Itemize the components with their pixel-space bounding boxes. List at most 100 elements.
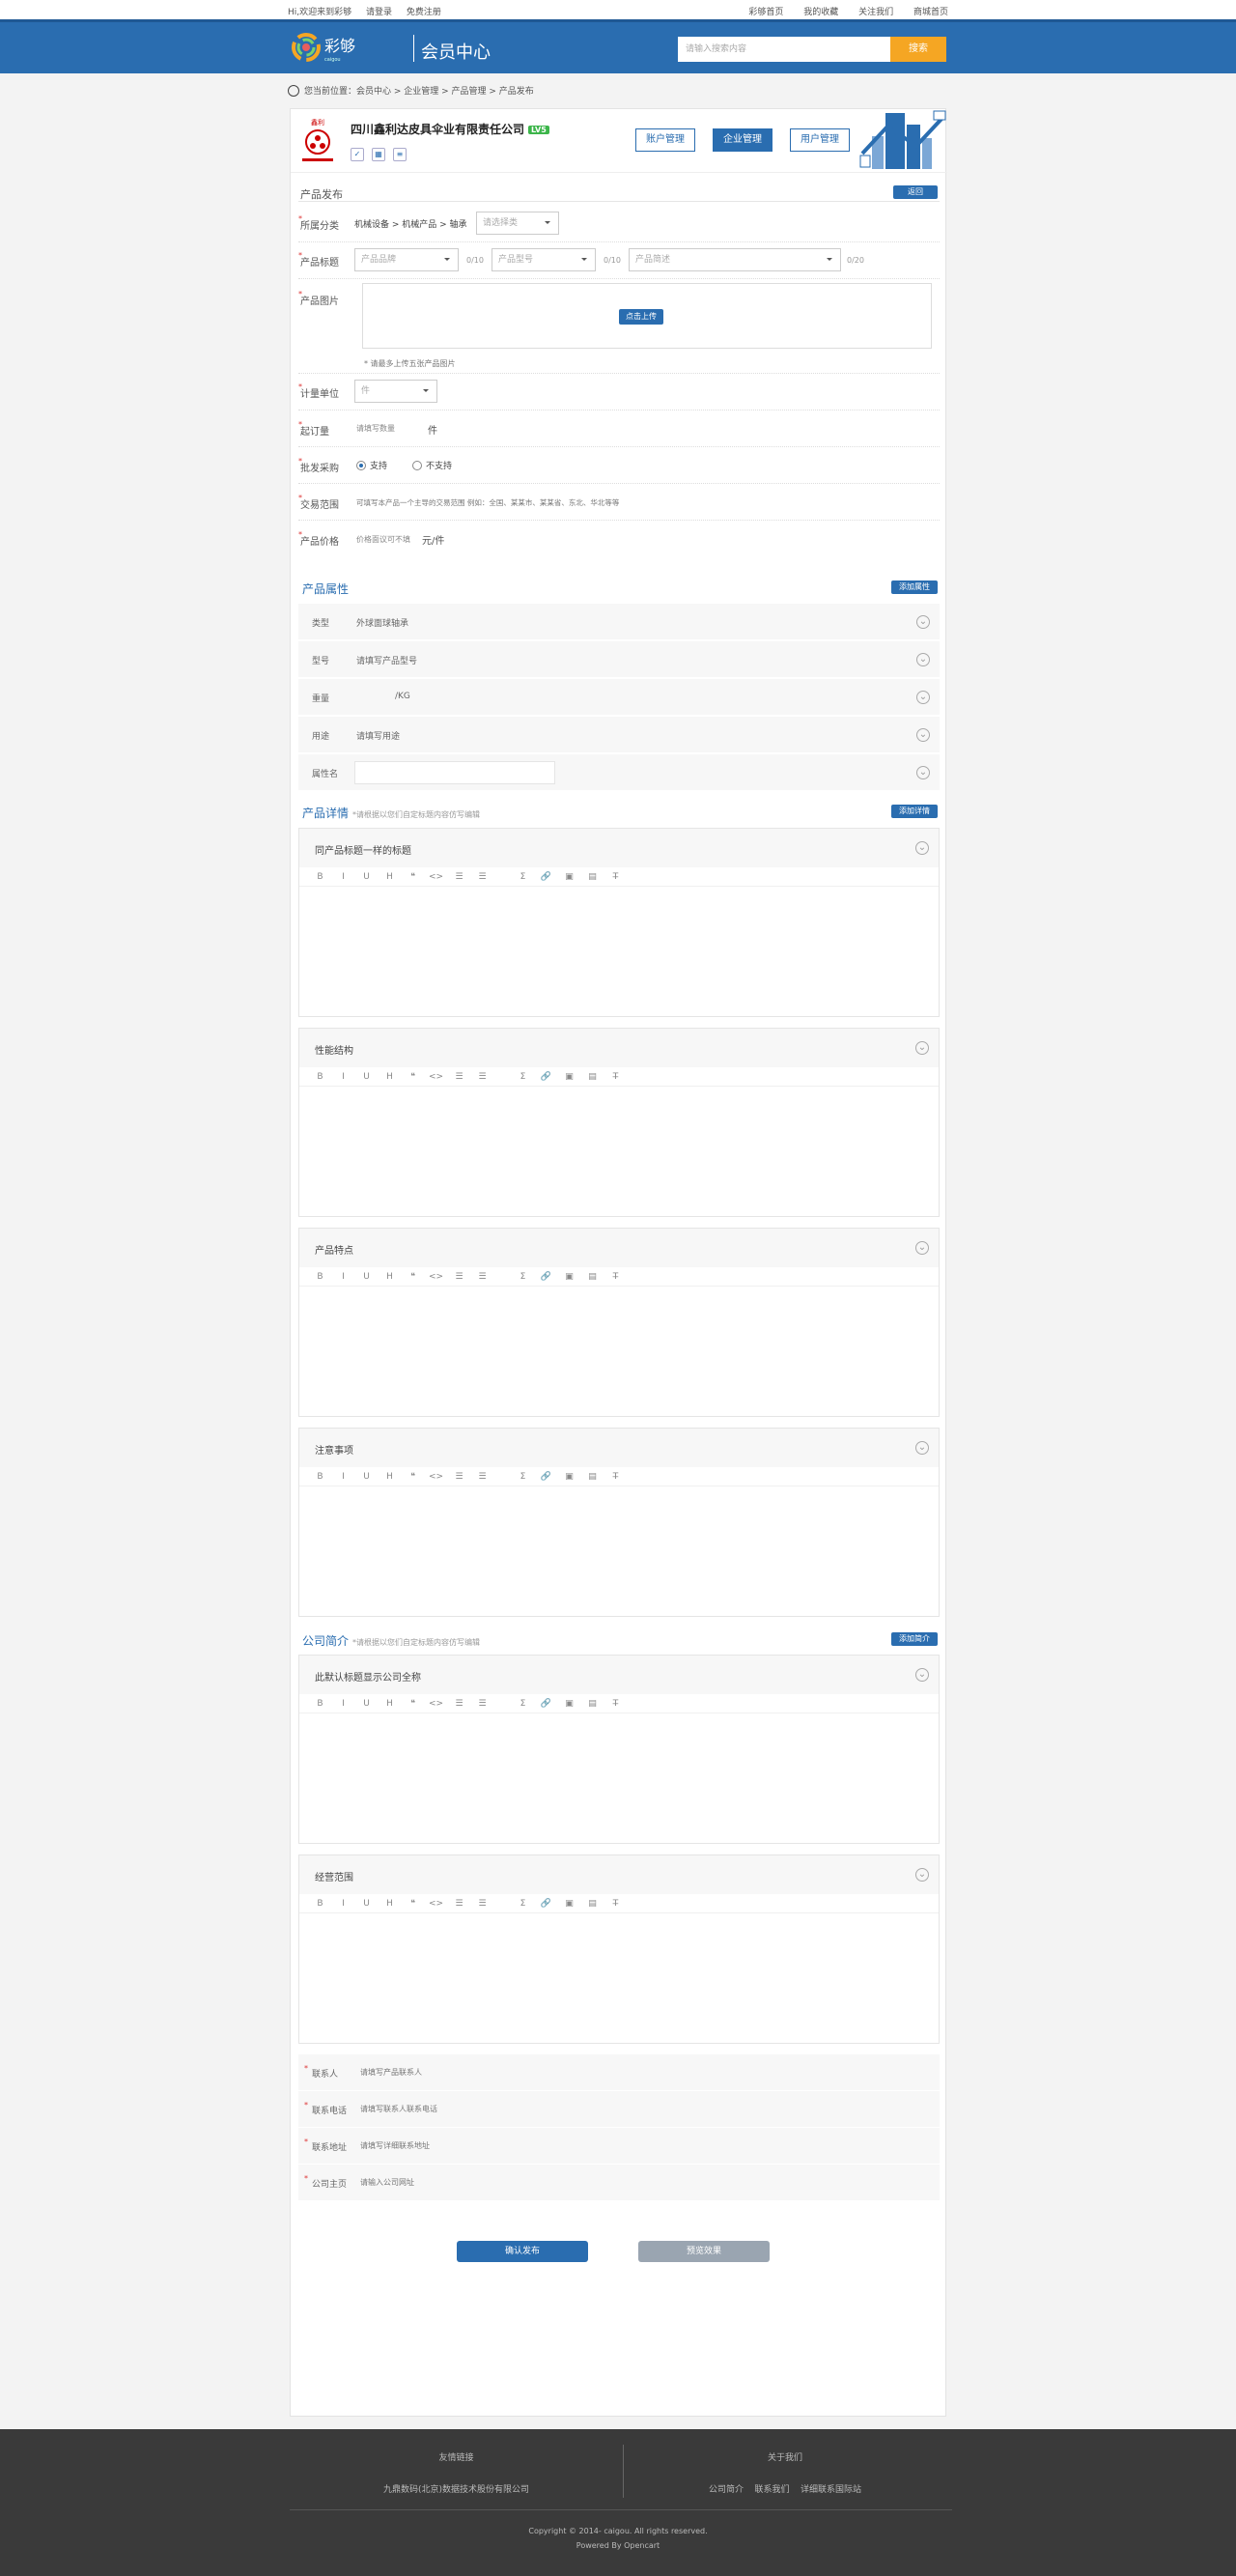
login-link[interactable]: 请登录 [366, 8, 392, 17]
link-icon[interactable]: 🔗 [539, 1894, 553, 1913]
collapse-icon[interactable]: ⌄ [915, 1041, 929, 1055]
home-link[interactable]: 彩够首页 [748, 8, 783, 17]
video-icon[interactable]: ▤ [585, 1067, 600, 1087]
code-icon[interactable]: <> [429, 1067, 443, 1087]
bullet-list-icon[interactable]: ☰ [452, 1894, 466, 1913]
italic-icon[interactable]: I [336, 1894, 351, 1913]
editor-content-area[interactable] [299, 1913, 939, 2043]
expand-icon[interactable]: ⌄ [916, 766, 930, 779]
italic-icon[interactable]: I [336, 1267, 351, 1287]
formula-icon[interactable]: Σ [516, 1267, 530, 1287]
bold-icon[interactable]: B [313, 1694, 327, 1713]
contact-input[interactable]: 请填写产品联系人 [360, 2067, 422, 2078]
confirm-publish-button[interactable]: 确认发布 [457, 2241, 588, 2262]
bullet-list-icon[interactable]: ☰ [452, 1067, 466, 1087]
bold-icon[interactable]: B [313, 1894, 327, 1913]
image-icon[interactable]: ▣ [562, 1467, 576, 1486]
brand-select[interactable]: 产品品牌 [354, 248, 459, 271]
image-icon[interactable]: ▣ [562, 1894, 576, 1913]
formula-icon[interactable]: Σ [516, 1067, 530, 1087]
underline-icon[interactable]: U [359, 1067, 374, 1087]
image-icon[interactable]: ▣ [562, 867, 576, 887]
expand-icon[interactable]: ⌄ [916, 691, 930, 704]
category-select[interactable]: 请选择类 [476, 212, 559, 235]
numbered-list-icon[interactable]: ☰ [475, 1067, 490, 1087]
moq-input[interactable]: 请填写数量 [356, 423, 395, 434]
link-icon[interactable]: 🔗 [539, 867, 553, 887]
video-icon[interactable]: ▤ [585, 1694, 600, 1713]
attribute-value[interactable]: 请填写产品型号 [356, 654, 417, 666]
follow-link[interactable]: 关注我们 [858, 8, 893, 17]
image-icon[interactable]: ▣ [562, 1694, 576, 1713]
tab-account[interactable]: 账户管理 [635, 128, 695, 152]
numbered-list-icon[interactable]: ☰ [475, 1894, 490, 1913]
image-upload-area[interactable]: 点击上传 [362, 283, 932, 349]
collapse-icon[interactable]: ⌄ [915, 1441, 929, 1455]
search-input[interactable]: 请输入搜索内容 [678, 37, 890, 62]
expand-icon[interactable]: ⌄ [916, 615, 930, 629]
attribute-value[interactable]: /KG [395, 692, 410, 701]
heading-icon[interactable]: H [382, 1694, 397, 1713]
clear-format-icon[interactable]: T̶ [608, 1067, 623, 1087]
search-button[interactable]: 搜索 [890, 37, 946, 62]
heading-icon[interactable]: H [382, 867, 397, 887]
underline-icon[interactable]: U [359, 867, 374, 887]
formula-icon[interactable]: Σ [516, 867, 530, 887]
editor-content-area[interactable] [299, 887, 939, 1016]
contact-input[interactable]: 请填写联系人联系电话 [360, 2104, 437, 2114]
expand-icon[interactable]: ⌄ [916, 653, 930, 666]
clear-format-icon[interactable]: T̶ [608, 867, 623, 887]
attribute-value[interactable]: 外球面球轴承 [356, 616, 408, 629]
bold-icon[interactable]: B [313, 1267, 327, 1287]
contact-input[interactable]: 请填写详细联系地址 [360, 2140, 430, 2151]
heading-icon[interactable]: H [382, 1067, 397, 1087]
italic-icon[interactable]: I [336, 1067, 351, 1087]
attribute-value[interactable]: 请填写用途 [356, 729, 400, 742]
description-select[interactable]: 产品简述 [629, 248, 841, 271]
video-icon[interactable]: ▤ [585, 1467, 600, 1486]
clear-format-icon[interactable]: T̶ [608, 1267, 623, 1287]
tab-company[interactable]: 企业管理 [713, 128, 772, 152]
footer-about-company[interactable]: 公司简介 [709, 2485, 744, 2495]
footer-intl-site[interactable]: 详细联系国际站 [801, 2485, 861, 2495]
favorites-link[interactable]: 我的收藏 [803, 8, 838, 17]
numbered-list-icon[interactable]: ☰ [475, 1467, 490, 1486]
quote-icon[interactable]: ❝ [406, 1467, 420, 1486]
site-logo[interactable]: 彩够 caigou [290, 30, 407, 65]
editor-content-area[interactable] [299, 1486, 939, 1616]
add-intro-button[interactable]: 添加简介 [891, 1632, 938, 1646]
numbered-list-icon[interactable]: ☰ [475, 1694, 490, 1713]
code-icon[interactable]: <> [429, 1467, 443, 1486]
editor-content-area[interactable] [299, 1287, 939, 1416]
footer-contact-us[interactable]: 联系我们 [754, 2485, 789, 2495]
contact-input[interactable]: 请输入公司网址 [360, 2177, 414, 2188]
quote-icon[interactable]: ❝ [406, 1267, 420, 1287]
clear-format-icon[interactable]: T̶ [608, 1894, 623, 1913]
add-attribute-button[interactable]: 添加属性 [891, 580, 938, 594]
quote-icon[interactable]: ❝ [406, 1694, 420, 1713]
bold-icon[interactable]: B [313, 867, 327, 887]
register-link[interactable]: 免费注册 [407, 8, 441, 17]
formula-icon[interactable]: Σ [516, 1694, 530, 1713]
back-button[interactable]: 返回 [893, 185, 938, 199]
numbered-list-icon[interactable]: ☰ [475, 867, 490, 887]
expand-icon[interactable]: ⌄ [916, 728, 930, 742]
code-icon[interactable]: <> [429, 1694, 443, 1713]
heading-icon[interactable]: H [382, 1267, 397, 1287]
collapse-icon[interactable]: ⌄ [915, 1241, 929, 1255]
bullet-list-icon[interactable]: ☰ [452, 867, 466, 887]
italic-icon[interactable]: I [336, 867, 351, 887]
collapse-icon[interactable]: ⌄ [915, 841, 929, 855]
italic-icon[interactable]: I [336, 1694, 351, 1713]
formula-icon[interactable]: Σ [516, 1894, 530, 1913]
underline-icon[interactable]: U [359, 1694, 374, 1713]
video-icon[interactable]: ▤ [585, 1267, 600, 1287]
attribute-name-input[interactable] [354, 761, 555, 784]
wholesale-yes-option[interactable]: 支持 [356, 459, 387, 471]
link-icon[interactable]: 🔗 [539, 1267, 553, 1287]
unit-select[interactable]: 件 [354, 380, 437, 403]
footer-partner-link[interactable]: 九鼎数码(北京)数据技术股份有限公司 [290, 2482, 623, 2495]
preview-button[interactable]: 预览效果 [638, 2241, 770, 2262]
bullet-list-icon[interactable]: ☰ [452, 1694, 466, 1713]
clear-format-icon[interactable]: T̶ [608, 1467, 623, 1486]
